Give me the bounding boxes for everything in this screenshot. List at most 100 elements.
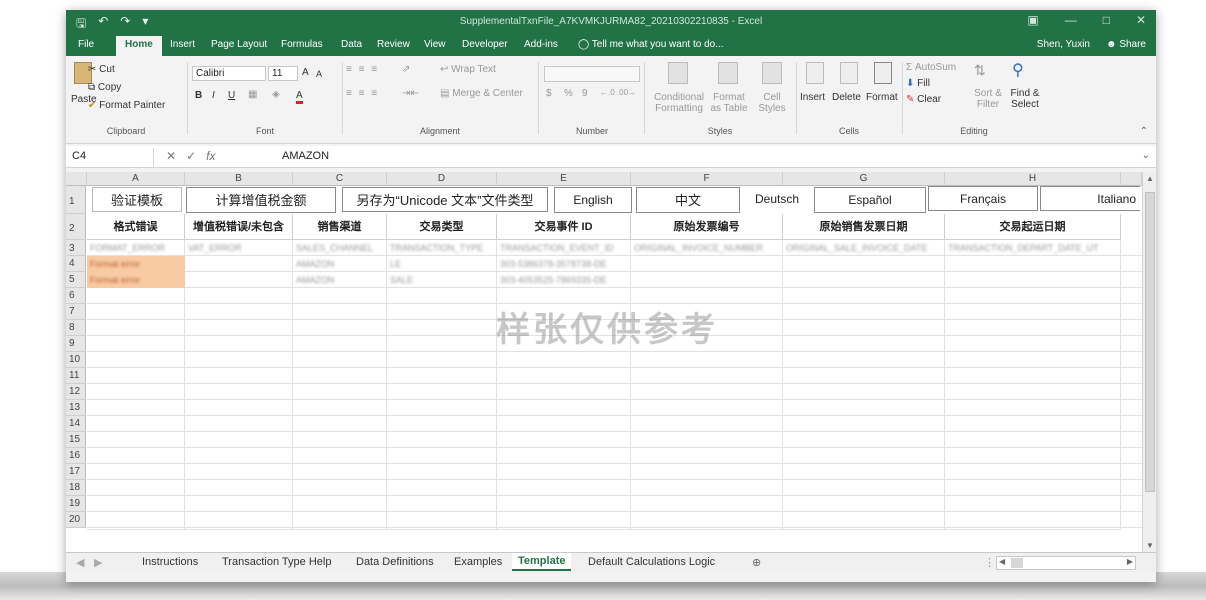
row-header-5[interactable]: 5: [66, 272, 86, 288]
lang-english-button[interactable]: English: [554, 187, 632, 213]
comma-button[interactable]: 9: [582, 88, 588, 99]
cancel-icon[interactable]: ✕: [166, 149, 176, 163]
row5-event-id[interactable]: 303-4053525-7869335-DE: [500, 275, 628, 285]
merge-center-button[interactable]: ▤ Merge & Center: [440, 88, 523, 99]
insert-cells-icon[interactable]: [806, 62, 824, 84]
close-icon[interactable]: ✕: [1136, 13, 1146, 27]
sheet-tab-data-definitions[interactable]: Data Definitions: [356, 556, 434, 568]
row4-sales-channel[interactable]: AMAZON: [296, 259, 384, 269]
lang-chinese-button[interactable]: 中文: [636, 187, 740, 213]
tab-home[interactable]: Home: [116, 36, 162, 56]
sheet-tab-instructions[interactable]: Instructions: [142, 556, 198, 568]
collapse-ribbon-icon[interactable]: ⌃: [1140, 126, 1148, 137]
scroll-down-icon[interactable]: ▼: [1146, 541, 1154, 550]
scroll-thumb[interactable]: [1145, 192, 1155, 492]
borders-icon[interactable]: ▦: [248, 89, 257, 100]
sheet-tab-transaction-type-help[interactable]: Transaction Type Help: [222, 556, 331, 568]
column-header-c[interactable]: C: [293, 172, 387, 186]
tab-file[interactable]: File: [78, 39, 94, 50]
copy-button[interactable]: ⧉ Copy: [88, 82, 121, 93]
add-sheet-icon[interactable]: ⊕: [752, 556, 761, 569]
tab-view[interactable]: View: [424, 39, 446, 50]
row-header-19[interactable]: 19: [66, 496, 86, 512]
conditional-formatting-icon[interactable]: [668, 62, 688, 84]
validate-template-button[interactable]: 验证模板: [92, 187, 182, 212]
tab-review[interactable]: Review: [377, 39, 410, 50]
column-header-a[interactable]: A: [87, 172, 185, 186]
conditional-formatting-button[interactable]: Conditional Formatting: [650, 92, 708, 114]
horizontal-scrollbar[interactable]: ◀ ▶: [996, 556, 1136, 570]
row5-format-error[interactable]: Format error: [90, 275, 182, 285]
row4-format-error[interactable]: Format error: [90, 259, 182, 269]
row-header-17[interactable]: 17: [66, 464, 86, 480]
wrap-text-button[interactable]: ↩ Wrap Text: [440, 64, 496, 75]
font-size-select[interactable]: 11: [268, 66, 298, 81]
fill-color-icon[interactable]: ◈: [272, 89, 280, 100]
maximize-icon[interactable]: □: [1103, 13, 1110, 27]
row-header-6[interactable]: 6: [66, 288, 86, 304]
tab-split-handle-icon[interactable]: ⋮: [984, 556, 995, 569]
row-header-18[interactable]: 18: [66, 480, 86, 496]
cut-button[interactable]: ✂ Cut: [88, 64, 115, 75]
shrink-font-button[interactable]: A: [316, 69, 322, 79]
scroll-up-icon[interactable]: ▲: [1146, 174, 1154, 183]
row-header-2[interactable]: 2: [66, 214, 86, 240]
format-as-table-button[interactable]: Format as Table: [708, 92, 750, 114]
tab-scroll-left-icon[interactable]: ◀: [76, 556, 84, 569]
grow-font-button[interactable]: A: [302, 67, 309, 78]
row4-event-id[interactable]: 303-5386378-3578738-DE: [500, 259, 628, 269]
format-table-icon[interactable]: [718, 62, 738, 84]
row-header-7[interactable]: 7: [66, 304, 86, 320]
clear-button[interactable]: ✎ Clear: [906, 94, 941, 105]
insert-button[interactable]: Insert: [800, 92, 825, 103]
name-box[interactable]: C4: [68, 148, 154, 166]
indent-icons[interactable]: ⇥⇤: [402, 88, 419, 99]
minimize-icon[interactable]: —: [1065, 13, 1077, 27]
vertical-scrollbar[interactable]: ▲ ▼: [1142, 172, 1156, 552]
column-header-i[interactable]: [1121, 172, 1142, 186]
orientation-icon[interactable]: ⇗: [402, 64, 410, 75]
spreadsheet-grid[interactable]: A B C D E F G H 1 2 3 4 5 6 7 8 9 10 11 …: [66, 172, 1156, 552]
save-as-unicode-button[interactable]: 另存为“Unicode 文本”文件类型: [342, 187, 548, 212]
row-header-12[interactable]: 12: [66, 384, 86, 400]
row-header-16[interactable]: 16: [66, 448, 86, 464]
tab-formulas[interactable]: Formulas: [281, 39, 323, 50]
row-header-11[interactable]: 11: [66, 368, 86, 384]
tab-scroll-right-icon[interactable]: ▶: [94, 556, 102, 569]
column-header-h[interactable]: H: [945, 172, 1121, 186]
share-button[interactable]: ☻ Share: [1106, 39, 1146, 50]
column-header-b[interactable]: B: [185, 172, 293, 186]
sort-filter-icon[interactable]: ⇅: [974, 62, 986, 79]
row-header-20[interactable]: 20: [66, 512, 86, 528]
row-header-13[interactable]: 13: [66, 400, 86, 416]
formula-input[interactable]: AMAZON: [282, 150, 329, 162]
hscroll-right-icon[interactable]: ▶: [1127, 557, 1133, 566]
sheet-tab-template[interactable]: Template: [512, 553, 572, 571]
delete-button[interactable]: Delete: [832, 92, 861, 103]
currency-button[interactable]: $: [546, 88, 552, 99]
horizontal-align-icons[interactable]: ≡ ≡ ≡: [346, 88, 379, 99]
hscroll-left-icon[interactable]: ◀: [999, 557, 1005, 566]
autosum-button[interactable]: Σ AutoSum: [906, 62, 956, 73]
format-painter-button[interactable]: ✔ Format Painter: [88, 100, 165, 111]
row-header-15[interactable]: 15: [66, 432, 86, 448]
format-cells-icon[interactable]: [874, 62, 892, 84]
tell-me-search[interactable]: ◯ Tell me what you want to do...: [578, 39, 724, 50]
hscroll-thumb[interactable]: [1011, 558, 1023, 568]
fill-button[interactable]: ⬇ Fill: [906, 78, 930, 89]
vertical-align-icons[interactable]: ≡ ≡ ≡: [346, 64, 379, 75]
sheet-tab-default-calculations-logic[interactable]: Default Calculations Logic: [588, 556, 715, 568]
delete-cells-icon[interactable]: [840, 62, 858, 84]
lang-spanish-button[interactable]: Español: [814, 187, 926, 213]
fx-icon[interactable]: fx: [206, 149, 215, 163]
select-all-corner[interactable]: [66, 172, 87, 186]
sheet-tab-examples[interactable]: Examples: [454, 556, 502, 568]
tab-developer[interactable]: Developer: [462, 39, 508, 50]
format-button[interactable]: Format: [866, 92, 898, 103]
italic-button[interactable]: I: [212, 90, 215, 101]
row-header-10[interactable]: 10: [66, 352, 86, 368]
font-name-select[interactable]: Calibri: [192, 66, 266, 81]
decimal-icons[interactable]: ←.0 .00→: [600, 88, 636, 97]
lang-german-button[interactable]: Deutsch: [742, 186, 812, 213]
cell-styles-button[interactable]: Cell Styles: [754, 92, 790, 114]
